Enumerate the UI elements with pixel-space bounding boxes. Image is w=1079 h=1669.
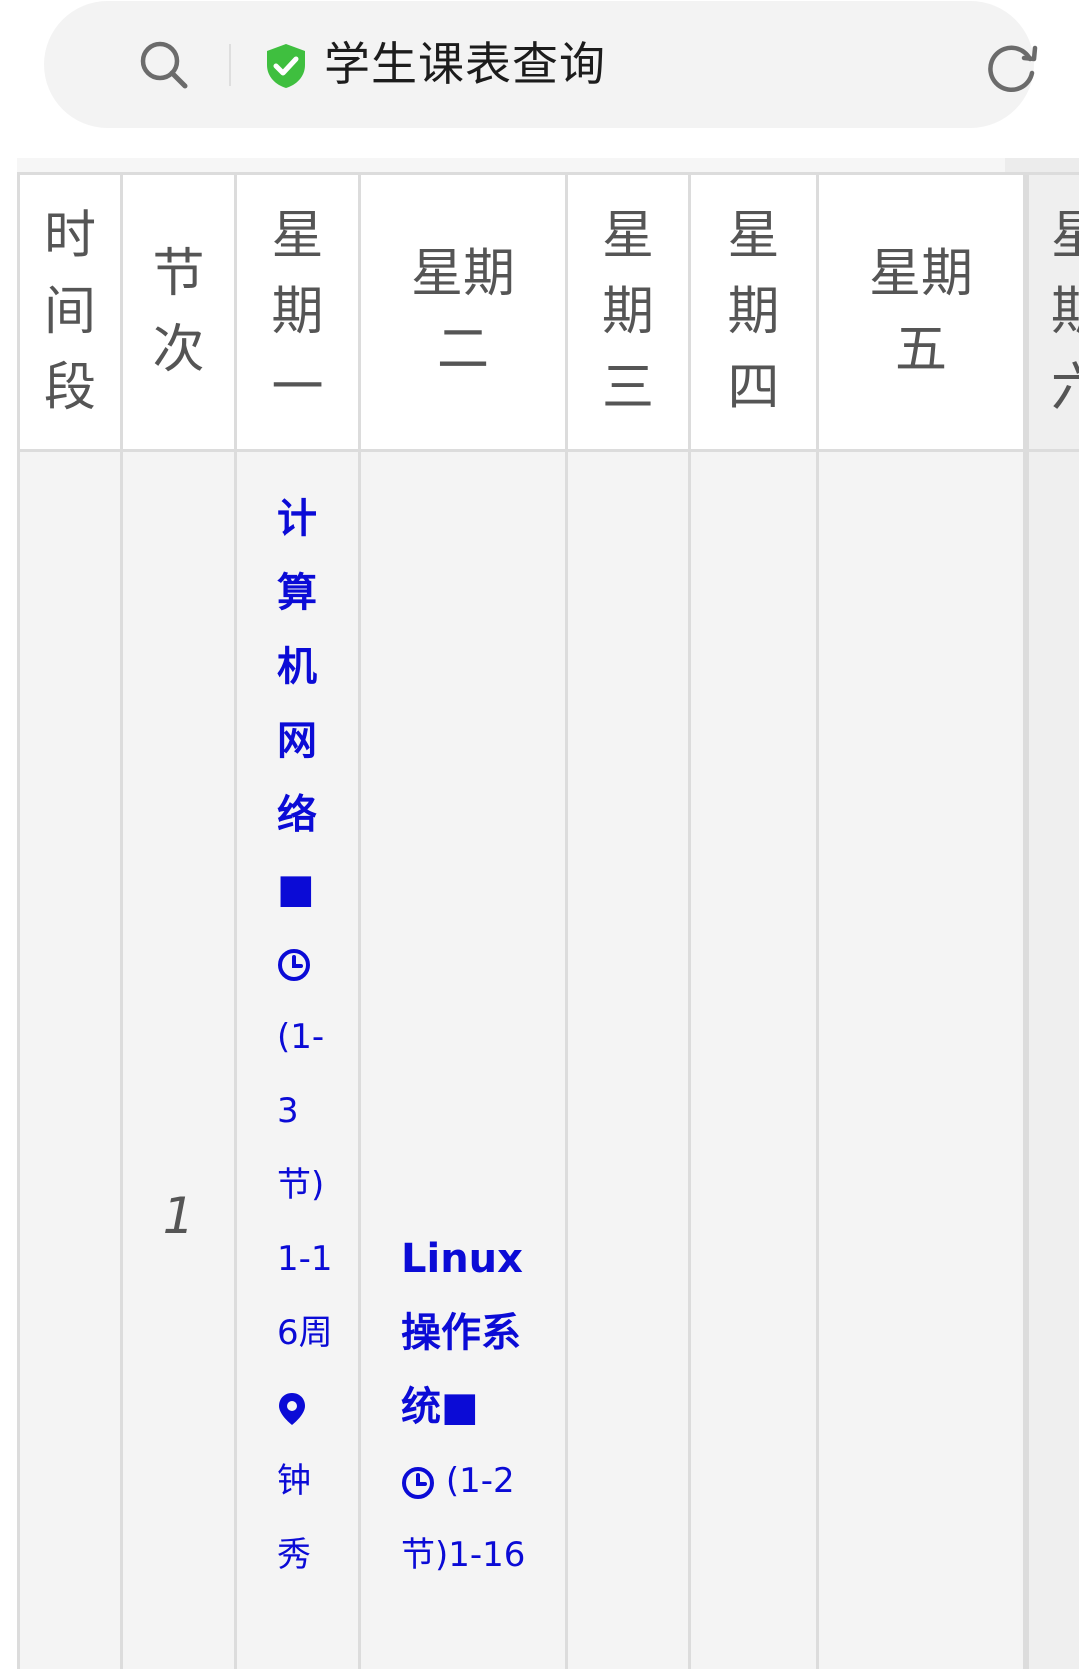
- header-saturday: 星期六: [1026, 175, 1079, 452]
- course-name[interactable]: 计算机网络■: [277, 482, 339, 926]
- course-location: 钟秀: [277, 1461, 311, 1575]
- header-monday: 星期一: [237, 175, 361, 452]
- header-label: 星期二: [410, 244, 515, 380]
- table-row: 1 计算机网络■ (1-3节) 1-16周 钟秀 Linux操作系统■ (1-2…: [0, 452, 1079, 1669]
- period-number: 1: [162, 1187, 195, 1245]
- thursday-cell: [691, 452, 819, 1669]
- header-label: 时间段: [43, 206, 96, 418]
- course-entry-tuesday[interactable]: Linux操作系统■ (1-2节)1-16: [401, 1222, 533, 1592]
- course-time: (1-3节): [277, 1017, 325, 1205]
- time-slot-cell: [17, 452, 123, 1669]
- header-label: 星期六: [1051, 206, 1079, 418]
- shield-check-icon: [267, 44, 305, 88]
- timetable[interactable]: 时间段 节次 星期一 星期二 星期三 星期四 星期五 星期六 1 计算机网络■ …: [0, 158, 1079, 1669]
- header-thursday: 星期四: [691, 175, 819, 452]
- table-top-border-right: [1005, 158, 1079, 175]
- course-location-row: [277, 1370, 339, 1444]
- header-wednesday: 星期三: [568, 175, 691, 452]
- clock-icon: [278, 948, 310, 981]
- header-time-slot: 时间段: [17, 175, 123, 452]
- friday-cell: [819, 452, 1026, 1669]
- location-pin-icon: [279, 1392, 305, 1425]
- course-time-row: (1-2节)1-16: [401, 1444, 533, 1592]
- period-cell: 1: [123, 452, 237, 1669]
- header-tuesday: 星期二: [361, 175, 568, 452]
- header-friday: 星期五: [819, 175, 1026, 452]
- course-time-row: [277, 926, 339, 1000]
- page-title[interactable]: 学生课表查询: [324, 33, 606, 95]
- header-period: 节次: [123, 175, 237, 452]
- header-label: 星期四: [727, 206, 780, 418]
- course-entry-monday[interactable]: 计算机网络■ (1-3节) 1-16周 钟秀: [277, 482, 339, 1592]
- wednesday-cell: [568, 452, 691, 1669]
- clock-icon: [402, 1466, 434, 1499]
- course-weeks: 1-16周: [277, 1239, 333, 1353]
- search-icon[interactable]: [138, 39, 190, 91]
- header-label: 节次: [152, 244, 205, 380]
- divider: [229, 44, 231, 86]
- address-bar[interactable]: 学生课表查询: [44, 1, 1038, 128]
- header-label: 星期五: [868, 244, 973, 380]
- header-label: 星期一: [271, 206, 324, 418]
- header-label: 星期三: [602, 206, 655, 418]
- page: 学生课表查询 时间段 节次 星期一 星期二 星期三 星期四 星期五 星期六 1 …: [0, 0, 1079, 1669]
- course-name[interactable]: Linux操作系统■: [401, 1222, 533, 1444]
- table-header-row: 时间段 节次 星期一 星期二 星期三 星期四 星期五 星期六: [0, 175, 1079, 452]
- refresh-icon[interactable]: [984, 39, 1040, 95]
- saturday-cell: [1026, 452, 1079, 1669]
- table-top-border: [17, 158, 1005, 175]
